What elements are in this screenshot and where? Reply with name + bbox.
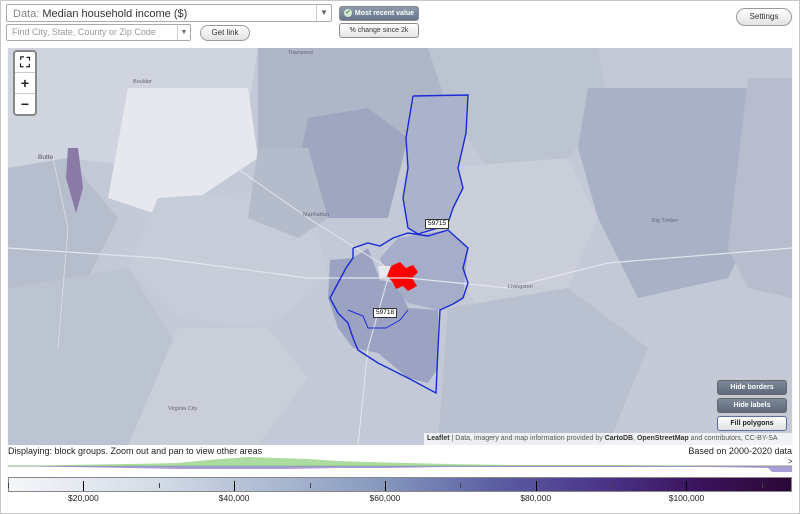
legend-tick <box>158 483 160 488</box>
place-label: Virginia City <box>168 406 198 412</box>
legend-label: $20,000 <box>68 493 99 503</box>
zoom-in-button[interactable]: + <box>15 73 35 94</box>
chevron-down-icon: ▼ <box>177 25 190 40</box>
data-select-value: Median household income ($) <box>42 8 188 20</box>
legend-label: $100,000 <box>668 493 705 503</box>
zip-label-59718: 59718 <box>373 308 398 318</box>
place-label: Big Timber <box>652 218 679 224</box>
attribution-text: | Data, imagery and map information prov… <box>449 435 605 442</box>
place-label: Livingston <box>508 284 533 290</box>
legend-tick <box>384 481 386 491</box>
most-recent-value-toggle[interactable]: ✓ Most recent value <box>339 6 419 21</box>
data-select[interactable]: Data: Median household income ($) ▼ <box>6 4 332 22</box>
fit-bounds-icon[interactable]: ⛶ <box>15 52 35 73</box>
legend-tick <box>8 483 9 488</box>
leaflet-link[interactable]: Leaflet <box>427 435 450 442</box>
get-link-button[interactable]: Get link <box>200 25 250 41</box>
color-legend <box>8 477 792 492</box>
search-input[interactable]: Find City, State, County or Zip Code ▼ <box>6 24 191 41</box>
distribution-histogram: > <box>8 457 792 472</box>
place-label: Townsend <box>288 50 313 56</box>
chevron-down-icon: ▼ <box>316 5 331 21</box>
legend-tick <box>309 483 311 488</box>
legend-tick <box>761 483 763 488</box>
legend-label: $80,000 <box>520 493 552 503</box>
zip-label-59715: 59715 <box>425 219 450 229</box>
legend-tick <box>234 481 236 491</box>
choropleth-svg <box>8 48 792 445</box>
osm-link[interactable]: OpenStreetMap <box>637 435 689 442</box>
zoom-control: ⛶ + − <box>13 50 37 116</box>
legend-label: $60,000 <box>369 493 401 503</box>
fill-polygons-button[interactable]: Fill polygons <box>717 416 787 431</box>
attribution-tail: and contributors, CC-BY-SA <box>688 435 778 442</box>
legend-tick <box>83 481 85 491</box>
map-canvas[interactable]: Townsend Boulder Butte Manhattan Livings… <box>8 48 792 445</box>
settings-button[interactable]: Settings <box>736 8 792 26</box>
legend-tick <box>460 483 462 488</box>
hide-labels-button[interactable]: Hide labels <box>717 398 787 413</box>
most-recent-label: Most recent value <box>354 10 415 17</box>
legend-tick <box>535 481 537 491</box>
place-label: Boulder <box>133 79 152 85</box>
legend-tick <box>611 483 613 488</box>
search-placeholder: Find City, State, County or Zip Code <box>12 27 156 37</box>
cartodb-link[interactable]: CartoDB <box>605 435 633 442</box>
hide-borders-button[interactable]: Hide borders <box>717 380 787 395</box>
legend-label: $40,000 <box>218 493 250 503</box>
check-icon: ✓ <box>343 9 352 18</box>
place-label: Butte <box>38 154 54 161</box>
legend-tick <box>686 481 688 491</box>
greater-than-marker: > <box>788 457 792 466</box>
zoom-out-button[interactable]: − <box>15 94 35 114</box>
map-attribution: Leaflet | Data, imagery and map informat… <box>424 433 792 445</box>
data-select-prefix: Data: <box>13 8 40 20</box>
percent-change-toggle[interactable]: % change since 2k <box>339 23 419 38</box>
place-label: Manhattan <box>303 212 329 218</box>
